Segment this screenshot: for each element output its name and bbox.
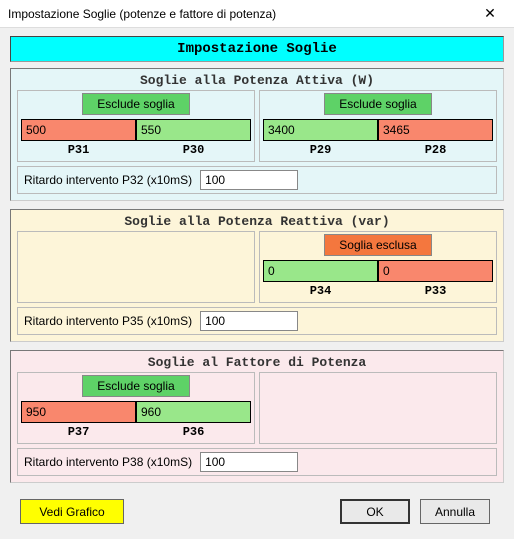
threshold-p37[interactable]: 950	[21, 401, 136, 423]
delay-input-p38[interactable]	[200, 452, 298, 472]
group-power-factor: Soglie al Fattore di Potenza Esclude sog…	[10, 350, 504, 483]
exclude-toggle-reactive-right[interactable]: Soglia esclusa	[324, 234, 432, 256]
label-p28: P28	[378, 143, 493, 157]
delay-row-reactive: Ritardo intervento P35 (x10mS)	[17, 307, 497, 335]
exclude-toggle-active-left[interactable]: Esclude soglia	[82, 93, 190, 115]
label-p36: P36	[136, 425, 251, 439]
threshold-p29[interactable]: 3400	[263, 119, 378, 141]
label-p33: P33	[378, 284, 493, 298]
reactive-left-panel	[17, 231, 255, 303]
group-reactive-title: Soglie alla Potenza Reattiva (var)	[17, 214, 497, 231]
cancel-button[interactable]: Annulla	[420, 499, 490, 524]
threshold-p31[interactable]: 500	[21, 119, 136, 141]
delay-label-p35: Ritardo intervento P35 (x10mS)	[24, 314, 192, 328]
pf-right-panel	[259, 372, 497, 444]
delay-row-active: Ritardo intervento P32 (x10mS)	[17, 166, 497, 194]
threshold-p28[interactable]: 3465	[378, 119, 493, 141]
active-left-panel: Esclude soglia 500 550 P31 P30	[17, 90, 255, 162]
footer: Vedi Grafico OK Annulla	[10, 491, 504, 524]
label-p34: P34	[263, 284, 378, 298]
threshold-p36[interactable]: 960	[136, 401, 251, 423]
delay-input-p32[interactable]	[200, 170, 298, 190]
threshold-p34[interactable]: 0	[263, 260, 378, 282]
threshold-p30[interactable]: 550	[136, 119, 251, 141]
label-p31: P31	[21, 143, 136, 157]
reactive-right-panel: Soglia esclusa 0 0 P34 P33	[259, 231, 497, 303]
page-title: Impostazione Soglie	[10, 36, 504, 62]
group-reactive-power: Soglie alla Potenza Reattiva (var) Sogli…	[10, 209, 504, 342]
label-p30: P30	[136, 143, 251, 157]
label-p29: P29	[263, 143, 378, 157]
exclude-toggle-pf-left[interactable]: Esclude soglia	[82, 375, 190, 397]
threshold-p33[interactable]: 0	[378, 260, 493, 282]
delay-input-p35[interactable]	[200, 311, 298, 331]
ok-button[interactable]: OK	[340, 499, 410, 524]
window-title: Impostazione Soglie (potenze e fattore d…	[8, 7, 276, 21]
delay-row-pf: Ritardo intervento P38 (x10mS)	[17, 448, 497, 476]
content: Impostazione Soglie Soglie alla Potenza …	[0, 28, 514, 532]
titlebar: Impostazione Soglie (potenze e fattore d…	[0, 0, 514, 28]
group-active-title: Soglie alla Potenza Attiva (W)	[17, 73, 497, 90]
label-p37: P37	[21, 425, 136, 439]
close-icon[interactable]: ✕	[470, 1, 510, 27]
active-right-panel: Esclude soglia 3400 3465 P29 P28	[259, 90, 497, 162]
group-active-power: Soglie alla Potenza Attiva (W) Esclude s…	[10, 68, 504, 201]
view-graph-button[interactable]: Vedi Grafico	[20, 499, 124, 524]
pf-left-panel: Esclude soglia 950 960 P37 P36	[17, 372, 255, 444]
delay-label-p38: Ritardo intervento P38 (x10mS)	[24, 455, 192, 469]
exclude-toggle-active-right[interactable]: Esclude soglia	[324, 93, 432, 115]
group-pf-title: Soglie al Fattore di Potenza	[17, 355, 497, 372]
delay-label-p32: Ritardo intervento P32 (x10mS)	[24, 173, 192, 187]
